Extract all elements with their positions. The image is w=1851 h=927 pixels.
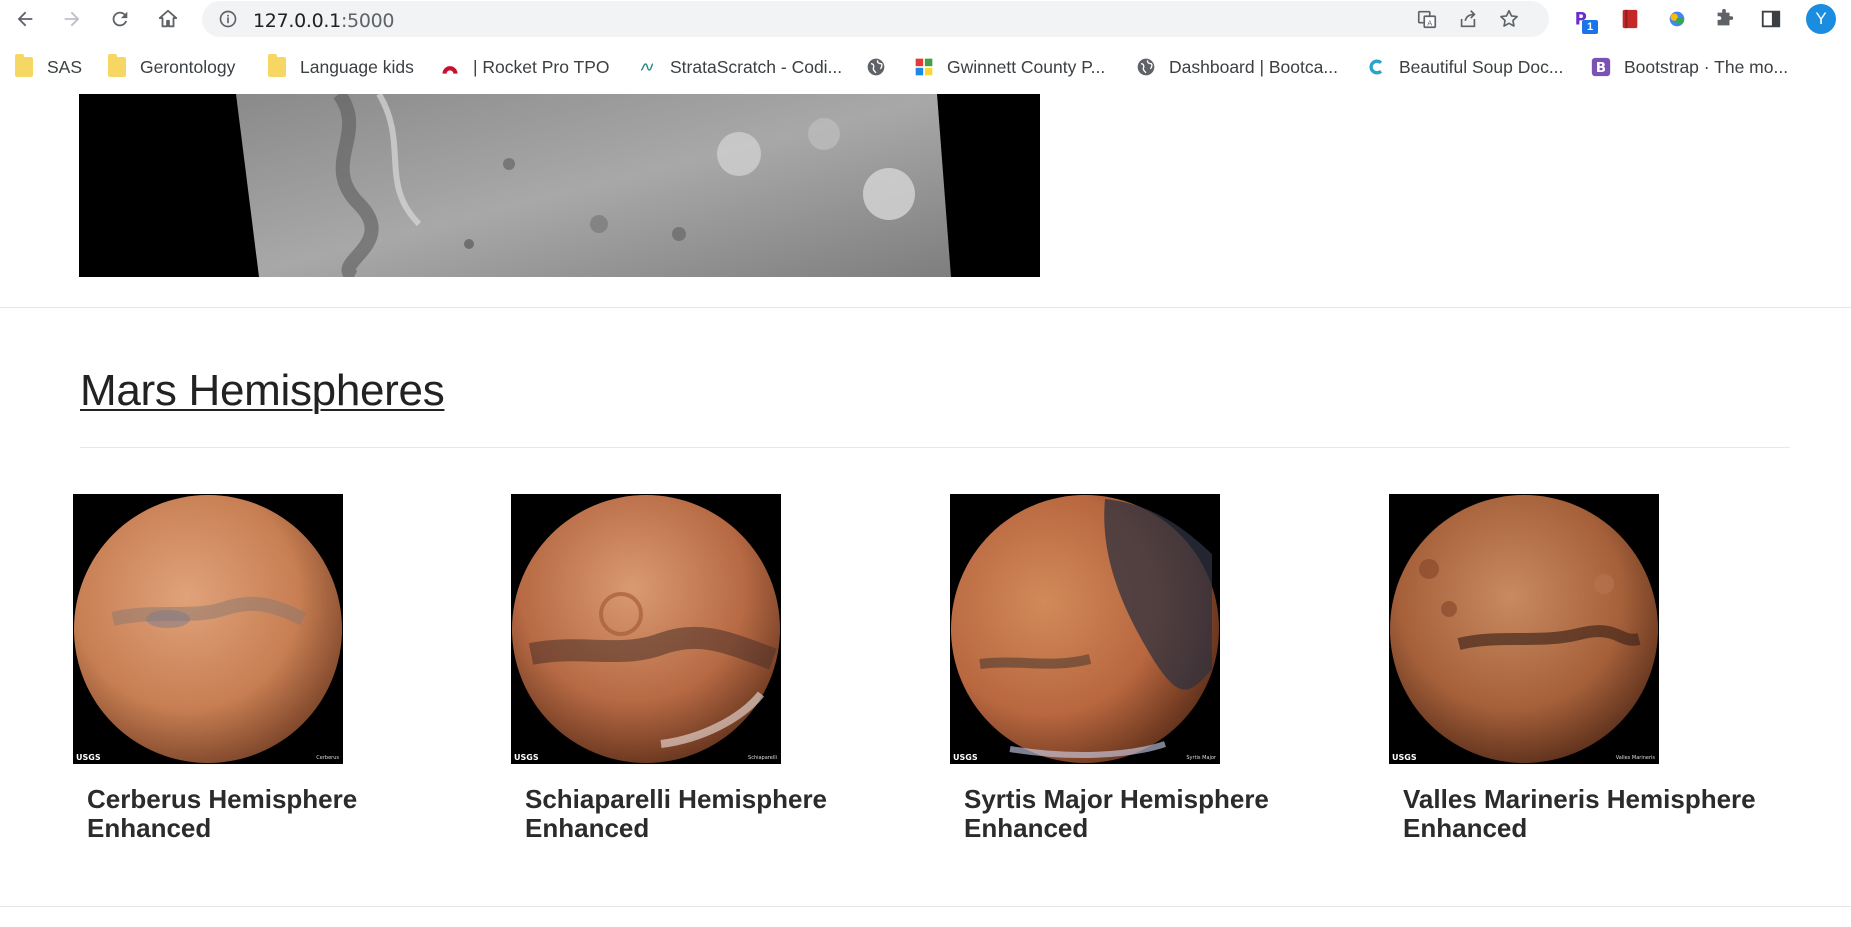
- home-icon: [158, 9, 178, 28]
- extension-p-button[interactable]: P 1: [1568, 4, 1598, 34]
- usgs-logo: USGS: [514, 753, 539, 762]
- hemisphere-title: Schiaparelli Hemisphere Enhanced: [525, 784, 828, 843]
- thumbnail-label: Cerberus: [316, 755, 339, 761]
- bookmark-label: Language kids: [300, 56, 414, 77]
- bootstrap-icon: B: [1591, 57, 1611, 77]
- bookmark-beautiful-soup[interactable]: Beautiful Soup Doc...: [1366, 54, 1563, 80]
- heading-divider: [80, 447, 1790, 448]
- bookmark-stratascratch[interactable]: StrataScratch - Codi...: [637, 54, 842, 80]
- back-arrow-icon: [17, 11, 33, 27]
- hemisphere-thumbnail[interactable]: USGS Schiaparelli: [511, 494, 781, 764]
- forward-button[interactable]: [57, 4, 87, 34]
- page-content: Mars Hemispheres USGS Cerberus Cerberus …: [0, 94, 1851, 927]
- extension-colorful-button[interactable]: [1662, 4, 1692, 34]
- hemisphere-title: Syrtis Major Hemisphere Enhanced: [964, 784, 1269, 843]
- extension-badge: 1: [1582, 20, 1598, 34]
- hemisphere-thumbnail[interactable]: USGS Cerberus: [73, 494, 343, 764]
- bookmark-sas[interactable]: SAS: [14, 54, 82, 80]
- hemisphere-card[interactable]: USGS Valles Marineris Valles Marineris H…: [1389, 494, 1809, 854]
- reload-icon: [112, 11, 128, 27]
- hemisphere-thumbnail[interactable]: USGS Valles Marineris: [1389, 494, 1659, 764]
- bookmarks-bar: SAS Gerontology Language kids | Rocket P…: [0, 48, 1851, 86]
- usgs-logo: USGS: [1392, 753, 1417, 762]
- thumbnail-label: Schiaparelli: [748, 755, 777, 761]
- profile-avatar[interactable]: Y: [1806, 4, 1836, 34]
- folder-icon: [267, 54, 287, 77]
- globe-icon: [1136, 57, 1156, 77]
- extension-book-button[interactable]: [1615, 4, 1645, 34]
- bookmark-label: SAS: [47, 56, 83, 77]
- side-panel-icon: [1761, 10, 1781, 28]
- forward-arrow-icon: [64, 11, 80, 27]
- puzzle-icon: [1717, 8, 1734, 26]
- bookmark-label: Dashboard | Bootca...: [1169, 56, 1338, 77]
- bookmark-label: | Rocket Pro TPO: [473, 56, 610, 77]
- bookmark-bootstrap[interactable]: B Bootstrap · The mo...: [1591, 54, 1788, 80]
- url-host: 127.0.0.1: [253, 10, 341, 32]
- bookmark-globe[interactable]: [866, 54, 899, 80]
- bookmark-label: Gwinnett County P...: [947, 56, 1106, 77]
- bookmark-label: StrataScratch - Codi...: [670, 56, 843, 77]
- hemisphere-card[interactable]: USGS Syrtis Major Syrtis Major Hemispher…: [950, 494, 1370, 854]
- extensions-button[interactable]: [1709, 4, 1739, 34]
- hemisphere-card[interactable]: USGS Cerberus Cerberus Hemisphere Enhanc…: [73, 494, 493, 854]
- reload-button[interactable]: [105, 4, 135, 34]
- share-icon[interactable]: [1457, 8, 1479, 30]
- stratascratch-icon: [637, 57, 657, 77]
- side-panel-button[interactable]: [1756, 4, 1786, 34]
- gwinnett-icon: [914, 57, 934, 77]
- folder-icon: [107, 54, 127, 77]
- bookmark-label: Beautiful Soup Doc...: [1399, 56, 1564, 77]
- section-divider: [0, 906, 1851, 907]
- url-text[interactable]: 127.0.0.1:5000: [253, 10, 395, 32]
- hemisphere-title: Cerberus Hemisphere Enhanced: [87, 784, 358, 843]
- bookmark-label: Bootstrap · The mo...: [1624, 56, 1789, 77]
- featured-mars-image: [79, 94, 1040, 277]
- bookmark-star-icon[interactable]: [1498, 8, 1520, 30]
- thumbnail-label: Syrtis Major: [1186, 755, 1216, 761]
- colorful-extension-icon: [1669, 11, 1685, 27]
- rocket-logo-icon: [440, 57, 460, 77]
- section-divider: [0, 307, 1851, 308]
- hemisphere-title: Valles Marineris Hemisphere Enhanced: [1403, 784, 1756, 843]
- browser-toolbar: 127.0.0.1:5000 A P 1 Y: [0, 0, 1851, 38]
- home-button[interactable]: [153, 4, 183, 34]
- url-port: :5000: [340, 10, 395, 32]
- usgs-logo: USGS: [76, 753, 101, 762]
- usgs-logo: USGS: [953, 753, 978, 762]
- bookmark-gerontology[interactable]: Gerontology: [107, 54, 235, 80]
- hemisphere-card[interactable]: USGS Schiaparelli Schiaparelli Hemispher…: [511, 494, 931, 854]
- bookmark-language-kids[interactable]: Language kids: [267, 54, 414, 80]
- bookmark-gwinnett[interactable]: Gwinnett County P...: [914, 54, 1105, 80]
- globe-icon: [866, 57, 886, 77]
- svg-text:A: A: [1427, 18, 1432, 27]
- bookmark-dashboard-bootcamp[interactable]: Dashboard | Bootca...: [1136, 54, 1338, 80]
- svg-text:B: B: [1596, 61, 1606, 76]
- c-logo-icon: [1366, 57, 1386, 77]
- folder-icon: [14, 54, 34, 77]
- site-info-icon[interactable]: [218, 9, 238, 29]
- hemispheres-heading[interactable]: Mars Hemispheres: [80, 366, 445, 416]
- bookmark-label: Gerontology: [140, 56, 236, 77]
- translate-icon[interactable]: A: [1416, 8, 1438, 30]
- hemisphere-thumbnail[interactable]: USGS Syrtis Major: [950, 494, 1220, 764]
- thumbnail-label: Valles Marineris: [1615, 755, 1655, 761]
- book-extension-icon: [1622, 9, 1638, 29]
- back-button[interactable]: [10, 4, 40, 34]
- address-bar[interactable]: 127.0.0.1:5000 A: [202, 1, 1549, 37]
- bookmark-rocket-pro-tpo[interactable]: | Rocket Pro TPO: [440, 54, 610, 80]
